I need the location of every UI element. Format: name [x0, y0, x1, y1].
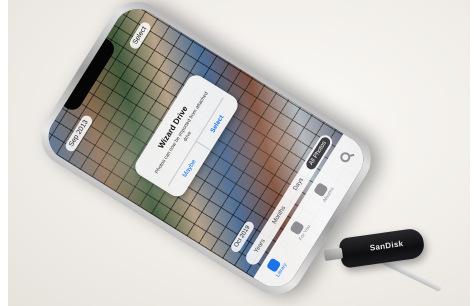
search-icon	[338, 150, 353, 164]
photo-scene: SanDisk Sep 2013 Select Wizard Drive Pho…	[8, 0, 470, 306]
phone-screen: Sep 2013 Select Wizard Drive Photos can …	[39, 0, 373, 296]
tab-albums[interactable]: Albums	[312, 180, 336, 204]
usb-flash-drive: SanDisk	[323, 227, 426, 269]
usb-brand-label: SanDisk	[369, 239, 404, 253]
tab-library[interactable]: Library	[265, 256, 288, 278]
tab-search[interactable]	[338, 150, 353, 164]
usb-connector	[323, 247, 344, 262]
tab-for-you[interactable]: For You	[288, 218, 312, 242]
